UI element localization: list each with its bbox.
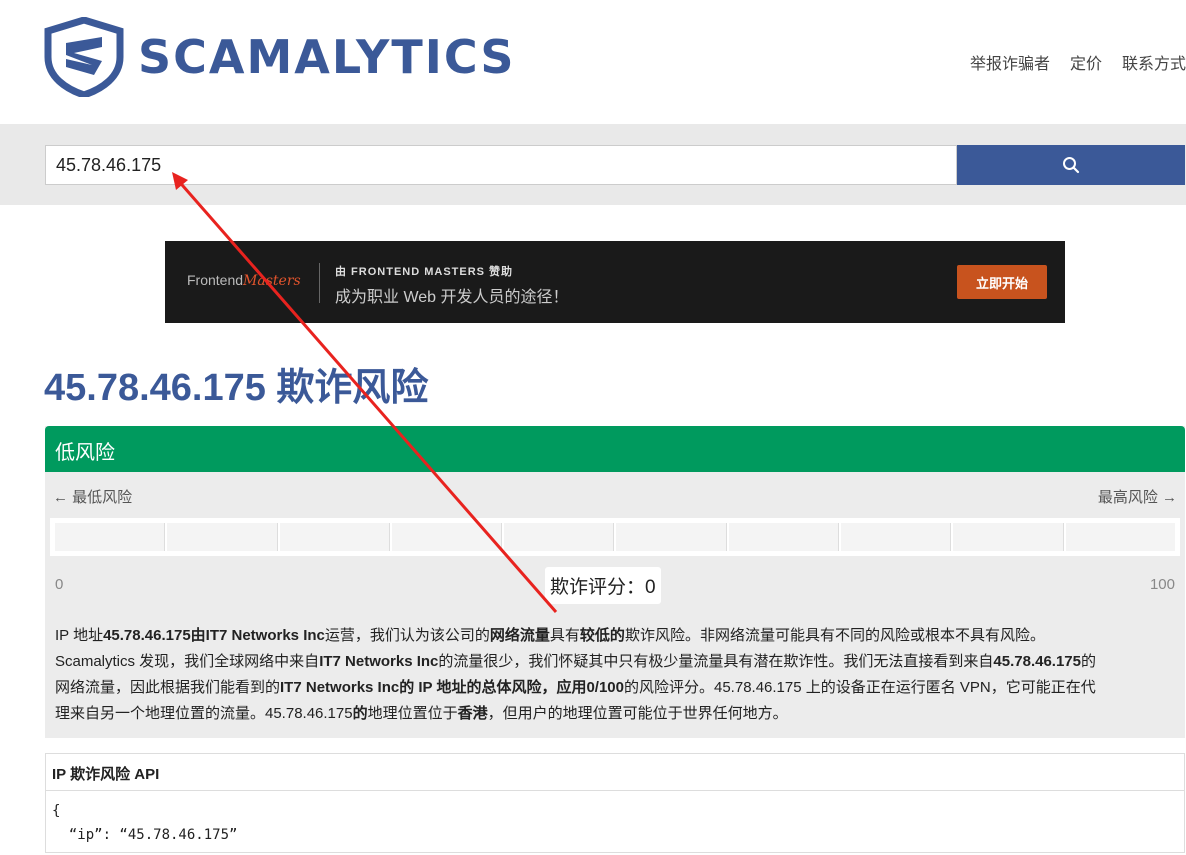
site-header: SCAMALYTICS 举报诈骗者 定价 联系方式 <box>0 0 1186 124</box>
risk-meter-segment <box>728 523 840 551</box>
risk-meter-segment <box>279 523 390 551</box>
description-line: Scamalytics 发现，我们全球网络中来自IT7 Networks Inc… <box>55 649 1175 675</box>
description-bold-text: IT7 Networks Inc <box>319 653 439 670</box>
risk-description: IP 地址45.78.46.175由IT7 Networks Inc运营，我们认… <box>55 623 1175 727</box>
shield-logo-icon[interactable] <box>44 17 124 97</box>
description-text: Scamalytics 发现，我们全球网络中来自 <box>55 653 320 670</box>
nav-pricing[interactable]: 定价 <box>1070 50 1102 74</box>
sponsor-banner[interactable]: FrontendMasters 由 FRONTEND MASTERS 赞助 成为… <box>165 241 1065 323</box>
risk-meter <box>50 518 1180 556</box>
api-code-line: “ip”: “45.78.46.175” <box>52 827 238 843</box>
page-title: 45.78.46.175 欺诈风险 <box>44 367 429 409</box>
top-nav: 举报诈骗者 定价 联系方式 <box>970 50 1186 74</box>
score-min: 0 <box>55 576 64 593</box>
description-text: 理来自另一个地理位置的流量。45.78.46.175 <box>55 705 353 722</box>
risk-meter-segment <box>167 523 278 551</box>
fraud-risk-card: 低风险 ← 最低风险 最高风险 → 0 100 欺诈评分：0 IP 地址45.7… <box>45 426 1185 738</box>
description-text: 具有 <box>549 627 580 644</box>
description-line: 网络流量，因此根据我们能看到的IT7 Networks Inc的 IP 地址的总… <box>55 675 1175 701</box>
search-icon <box>1063 157 1080 174</box>
nav-report-scammer[interactable]: 举报诈骗者 <box>970 50 1050 74</box>
risk-meter-segment <box>55 523 166 551</box>
nav-contact[interactable]: 联系方式 <box>1122 50 1186 74</box>
description-text: 的流量很少，我们怀疑其中只有极少量流量具有潜在欺诈性。我们无法直接看到来自 <box>438 653 994 670</box>
risk-meter-segment <box>953 523 1064 551</box>
description-text: 网络流量，因此根据我们能看到的 <box>55 679 281 696</box>
risk-level-header: 低风险 <box>45 426 1185 472</box>
ad-tagline: 成为职业 Web 开发人员的途径！ <box>335 289 569 306</box>
description-line: 理来自另一个地理位置的流量。45.78.46.175的地理位置位于香港，但用户的… <box>55 701 1175 727</box>
description-text: 的 <box>1081 653 1097 670</box>
ip-fraud-api-panel: IP 欺诈风险 API { “ip”: “45.78.46.175” <box>45 753 1185 853</box>
description-text: 欺诈风险。非网络流量可能具有不同的风险或根本不具有风险。 <box>624 627 1045 644</box>
api-panel-title: IP 欺诈风险 API <box>46 754 1184 791</box>
description-text: ，但用户的地理位置可能位于世界任何地方。 <box>487 705 788 722</box>
brand-name[interactable]: SCAMALYTICS <box>138 30 516 84</box>
ad-start-button[interactable]: 立即开始 <box>957 265 1047 299</box>
risk-meter-segment <box>841 523 952 551</box>
search-button[interactable] <box>957 145 1185 185</box>
highest-risk-label: 最高风险 → <box>1097 489 1177 506</box>
risk-scale-labels: ← 最低风险 最高风险 → <box>53 486 1177 507</box>
fraud-score: 欺诈评分：0 <box>545 567 661 604</box>
description-text: 运营，我们认为该公司的 <box>324 627 490 644</box>
search-bar <box>0 124 1186 205</box>
risk-meter-segment <box>1065 523 1175 551</box>
lowest-risk-label: ← 最低风险 <box>53 489 133 506</box>
ad-divider <box>319 263 320 303</box>
ad-sponsor-text: 由 FRONTEND MASTERS 赞助 <box>335 266 514 278</box>
description-bold-text: 较低的 <box>579 627 625 644</box>
risk-meter-segment <box>504 523 615 551</box>
description-bold-text: 香港 <box>457 705 488 722</box>
api-json-code: { “ip”: “45.78.46.175” <box>46 791 1184 855</box>
description-bold-text: 的 <box>352 705 368 722</box>
frontend-masters-logo: FrontendMasters <box>187 272 301 289</box>
api-code-line: { <box>52 803 61 819</box>
description-bold-text: IT7 Networks Inc的 IP 地址的总体风险，应用0/100 <box>280 679 624 696</box>
score-max: 100 <box>1149 576 1175 593</box>
risk-meter-segment <box>391 523 503 551</box>
risk-meter-segment <box>616 523 727 551</box>
description-bold-text: 网络流量 <box>489 627 550 644</box>
ip-search-input[interactable] <box>45 145 957 185</box>
description-text: 的风险评分。45.78.46.175 上的设备正在运行匿名 VPN，它可能正在代 <box>624 679 1096 696</box>
description-bold-text: 45.78.46.175由IT7 Networks Inc <box>103 627 325 644</box>
description-line: IP 地址45.78.46.175由IT7 Networks Inc运营，我们认… <box>55 623 1175 649</box>
description-bold-text: 45.78.46.175 <box>993 653 1081 670</box>
description-text: 地理位置位于 <box>367 705 458 722</box>
description-text: IP 地址 <box>55 627 104 644</box>
